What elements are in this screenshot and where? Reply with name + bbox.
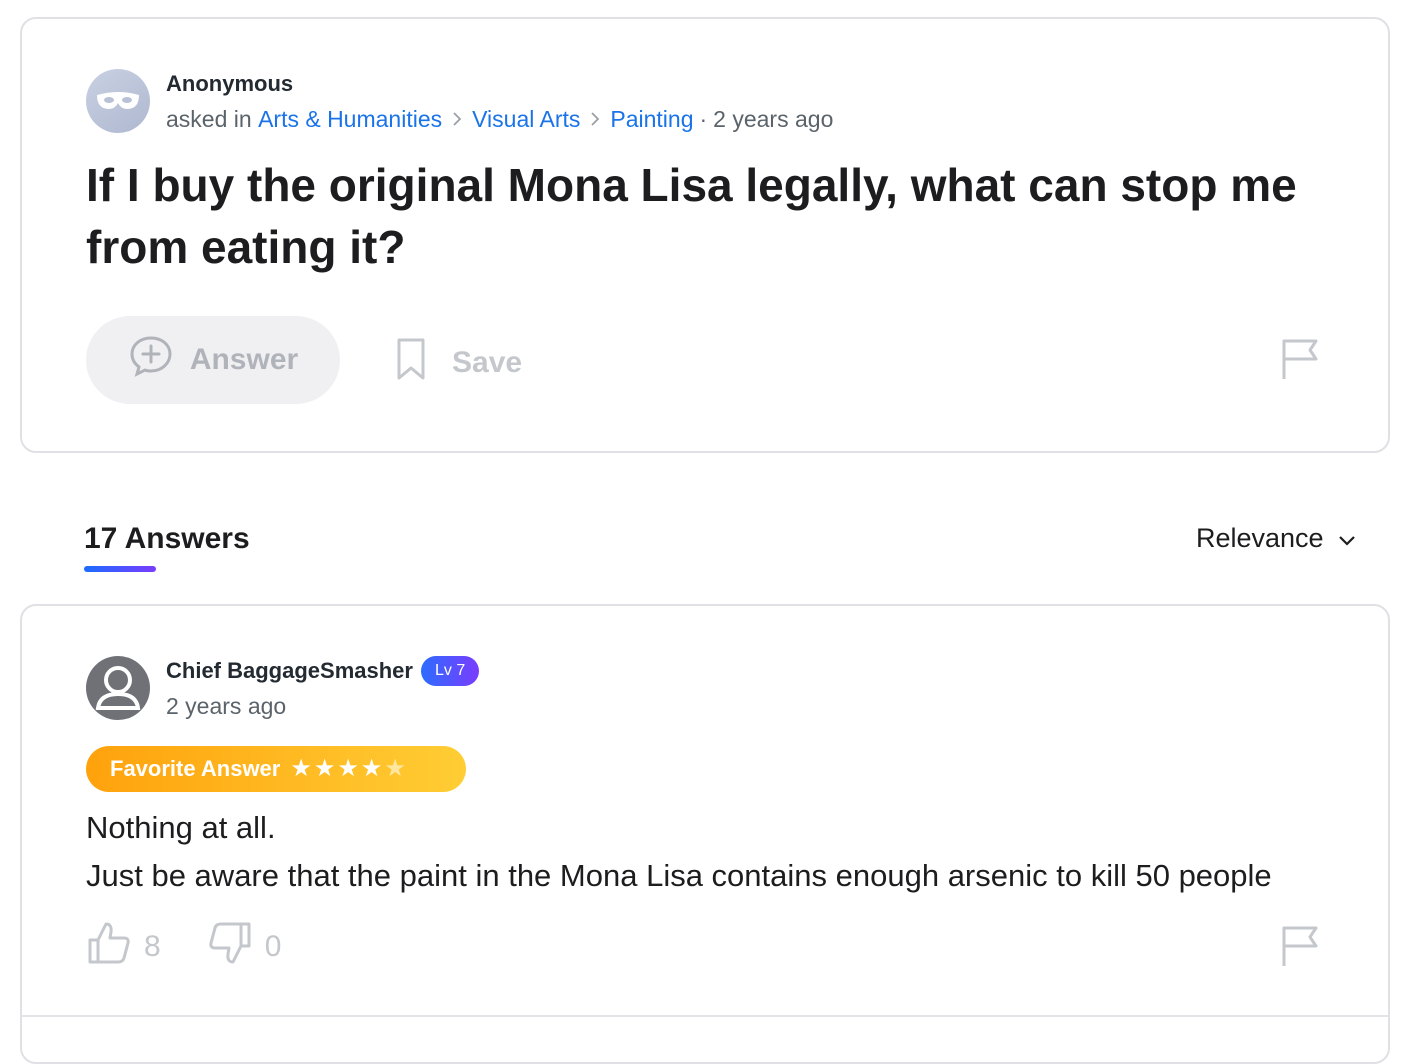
question-card: Anonymous asked in Arts & Humanities Vis… — [20, 17, 1390, 453]
divider — [22, 1015, 1388, 1017]
answer-button[interactable]: Answer — [86, 316, 340, 404]
question-meta: asked in Arts & Humanities Visual Arts P… — [166, 102, 833, 136]
report-flag-icon[interactable] — [1280, 337, 1320, 386]
question-title: If I buy the original Mona Lisa legally,… — [86, 159, 1297, 273]
thumbs-down-icon — [207, 920, 253, 974]
rating-stars: ★ ★ ★ ★ ★ — [290, 757, 406, 781]
default-user-avatar-icon[interactable] — [86, 656, 150, 720]
sort-dropdown[interactable]: Relevance — [1196, 523, 1356, 554]
chevron-right-icon — [452, 111, 462, 127]
question-time: 2 years ago — [713, 106, 834, 132]
thumbs-down-count: 0 — [264, 930, 282, 963]
answers-count: 17 Answers — [84, 522, 250, 555]
star-icon: ★ — [384, 755, 406, 782]
thumbs-up-icon — [86, 920, 132, 974]
asked-in-label: asked in — [166, 106, 252, 132]
star-icon: ★ — [360, 755, 383, 782]
thumbs-down-button[interactable]: 0 — [207, 920, 282, 974]
breadcrumb-painting[interactable]: Painting — [610, 102, 693, 136]
answer-button-label: Answer — [189, 343, 299, 376]
favorite-answer-label: Favorite Answer — [110, 756, 281, 781]
star-icon: ★ — [313, 755, 336, 782]
time-separator: · — [699, 106, 708, 132]
breadcrumb-arts-humanities[interactable]: Arts & Humanities — [258, 102, 442, 136]
thumbs-up-button[interactable]: 8 — [86, 920, 161, 974]
asker-header: Anonymous asked in Arts & Humanities Vis… — [86, 67, 833, 136]
answer-time: 2 years ago — [166, 693, 287, 719]
save-button[interactable]: Save — [396, 337, 522, 389]
bookmark-icon — [396, 337, 426, 389]
answer-card: Chief BaggageSmasher Lv 7 2 years ago Fa… — [20, 604, 1390, 1064]
report-flag-icon[interactable] — [1280, 924, 1320, 973]
save-button-label: Save — [452, 346, 523, 379]
chevron-down-icon — [1338, 523, 1356, 554]
vote-bar: 8 0 — [86, 920, 327, 974]
add-comment-icon — [128, 335, 174, 385]
star-icon: ★ — [290, 755, 312, 782]
answerer-header: Chief BaggageSmasher Lv 7 2 years ago — [86, 654, 480, 723]
answers-tab-underline — [84, 566, 156, 572]
thumbs-up-count: 8 — [144, 930, 161, 963]
anonymous-mask-icon — [86, 69, 150, 133]
asker-name: Anonymous — [166, 71, 294, 96]
answer-line: Nothing at all. — [86, 810, 276, 845]
level-badge: Lv 7 — [420, 656, 480, 686]
answer-line: Just be aware that the paint in the Mona… — [86, 858, 1272, 893]
breadcrumb-visual-arts[interactable]: Visual Arts — [472, 102, 580, 136]
answer-body: Nothing at all. Just be aware that the p… — [86, 804, 1346, 900]
favorite-answer-badge: Favorite Answer ★ ★ ★ ★ ★ — [86, 746, 466, 792]
answerer-name[interactable]: Chief BaggageSmasher — [166, 656, 413, 686]
sort-label: Relevance — [1196, 523, 1324, 553]
chevron-right-icon — [590, 111, 600, 127]
star-icon: ★ — [337, 755, 359, 782]
